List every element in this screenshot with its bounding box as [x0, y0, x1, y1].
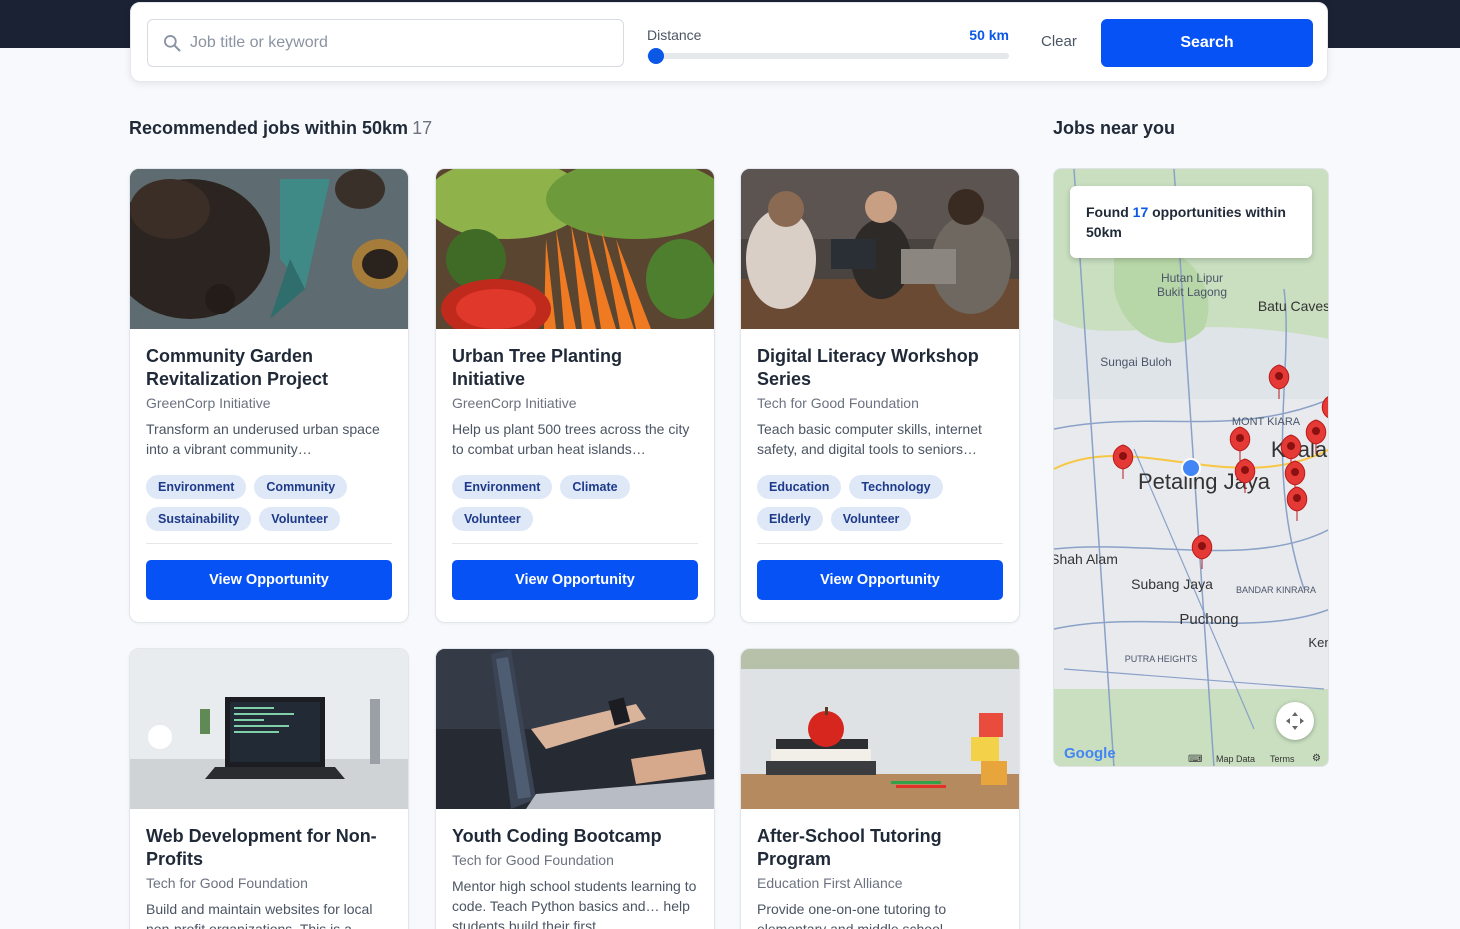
job-organization: Education First Alliance — [757, 875, 903, 891]
job-organization: GreenCorp Initiative — [146, 395, 271, 411]
view-opportunity-button[interactable]: View Opportunity — [452, 560, 698, 600]
laptop-code-photo — [130, 649, 408, 809]
job-tags: Environment Community Sustainability Vol… — [146, 475, 392, 531]
search-input[interactable] — [190, 34, 610, 52]
job-description: Provide one-on-one tutoring to elementar… — [757, 901, 947, 929]
job-image — [130, 169, 408, 329]
search-input-wrapper[interactable] — [147, 19, 624, 67]
job-image — [436, 169, 714, 329]
job-tag: Elderly — [757, 507, 823, 531]
view-opportunity-button[interactable]: View Opportunity — [146, 560, 392, 600]
map-label: Bukit Lagong — [1157, 285, 1227, 299]
map-label: Batu Caves — [1258, 298, 1329, 314]
map-label: PUTRA HEIGHTS — [1125, 654, 1198, 664]
job-tag: Sustainability — [146, 507, 252, 531]
job-card: Digital Literacy Workshop Series Tech fo… — [740, 168, 1020, 623]
map-label: Puchong — [1179, 611, 1238, 628]
job-tags: Environment Climate Volunteer — [452, 475, 698, 531]
jobs-map[interactable]: Hutan Lipur Bukit Lagong Batu Caves Sung… — [1053, 168, 1329, 767]
map-data-link[interactable]: Map Data — [1216, 754, 1255, 764]
job-title[interactable]: Youth Coding Bootcamp — [452, 825, 698, 848]
garden-photo — [130, 169, 408, 329]
map-label: Ken — [1308, 635, 1329, 650]
job-title[interactable]: After-School Tutoring Program — [757, 825, 1003, 871]
distance-value: 50 km — [969, 27, 1009, 43]
map-label: MONT KIARA — [1232, 416, 1301, 428]
pointing-laptop-photo — [436, 649, 714, 809]
job-tags: Education Technology Elderly Volunteer — [757, 475, 1003, 531]
map-label: Subang Jaya — [1131, 576, 1213, 592]
vegetables-photo — [436, 169, 714, 329]
job-image — [436, 649, 714, 809]
job-title[interactable]: Web Development for Non-Profits — [146, 825, 392, 871]
job-organization: Tech for Good Foundation — [757, 395, 919, 411]
job-description: Teach basic computer skills, internet sa… — [757, 421, 982, 457]
job-organization: GreenCorp Initiative — [452, 395, 577, 411]
search-icon — [164, 35, 181, 52]
job-tag: Volunteer — [452, 507, 533, 531]
job-description: Build and maintain websites for local no… — [146, 901, 373, 929]
job-description: Help us plant 500 trees across the city … — [452, 421, 690, 457]
recommended-title: Recommended jobs within 50km — [129, 118, 409, 138]
job-image — [741, 169, 1019, 329]
map-footer: ⌨ Map Data Terms ⚙ — [1054, 752, 1328, 766]
job-description: Mentor high school students learning to … — [452, 878, 697, 929]
distance-label: Distance — [647, 27, 702, 43]
job-card: Community Garden Revitalization Project … — [129, 168, 409, 623]
job-image — [741, 649, 1019, 809]
map-label: BANDAR KINRARA — [1236, 585, 1316, 595]
recenter-button[interactable] — [1276, 702, 1314, 740]
distance-slider-group: Distance 50 km — [647, 27, 1009, 64]
distance-slider-handle[interactable] — [648, 48, 664, 64]
map-label: Hutan Lipur — [1161, 271, 1223, 285]
workshop-photo — [741, 169, 1019, 329]
job-tag: Community — [254, 475, 348, 499]
card-divider — [146, 543, 392, 544]
job-card: Youth Coding Bootcamp Tech for Good Foun… — [435, 648, 715, 929]
job-tag: Technology — [849, 475, 943, 499]
current-location-dot — [1181, 458, 1201, 478]
job-card: Urban Tree Planting Initiative GreenCorp… — [435, 168, 715, 623]
jobs-near-heading: Jobs near you — [1053, 118, 1176, 138]
job-description: Transform an underused urban space into … — [146, 421, 380, 457]
job-card: After-School Tutoring Program Education … — [740, 648, 1020, 929]
job-organization: Tech for Good Foundation — [452, 852, 614, 868]
popup-count: 17 — [1132, 204, 1149, 220]
keyboard-icon[interactable]: ⌨ — [1188, 754, 1202, 765]
job-card: Web Development for Non-Profits Tech for… — [129, 648, 409, 929]
report-icon[interactable]: ⚙ — [1312, 753, 1321, 764]
distance-slider-track[interactable] — [647, 53, 1009, 59]
job-tag: Environment — [452, 475, 553, 499]
map-background: Hutan Lipur Bukit Lagong Batu Caves Sung… — [1054, 169, 1329, 766]
job-title[interactable]: Urban Tree Planting Initiative — [452, 345, 698, 391]
terms-link[interactable]: Terms — [1270, 754, 1295, 764]
recommended-count: 17 — [412, 118, 433, 138]
job-tag: Climate — [560, 475, 630, 499]
card-divider — [757, 543, 1003, 544]
job-image — [130, 649, 408, 809]
map-label: Sungai Buloh — [1100, 355, 1171, 369]
job-tag: Volunteer — [830, 507, 912, 531]
view-opportunity-button[interactable]: View Opportunity — [757, 560, 1003, 600]
popup-prefix: Found — [1086, 204, 1129, 220]
job-title[interactable]: Community Garden Revitalization Project — [146, 345, 392, 391]
job-tag: Education — [757, 475, 842, 499]
job-organization: Tech for Good Foundation — [146, 875, 308, 891]
search-button[interactable]: Search — [1101, 19, 1313, 67]
map-label: Shah Alam — [1054, 551, 1118, 567]
job-tag: Volunteer — [259, 507, 341, 531]
recenter-icon — [1286, 712, 1304, 730]
apple-books-photo — [741, 649, 1019, 809]
map-info-popup: Found 17 opportunities within 50km — [1070, 186, 1312, 258]
search-bar: Distance 50 km Clear Search — [130, 2, 1328, 82]
clear-button[interactable]: Clear — [1041, 33, 1077, 50]
job-title[interactable]: Digital Literacy Workshop Series — [757, 345, 1003, 391]
recommended-heading: Recommended jobs within 50km 17 — [129, 118, 432, 139]
job-tag: Environment — [146, 475, 247, 499]
card-divider — [452, 543, 698, 544]
